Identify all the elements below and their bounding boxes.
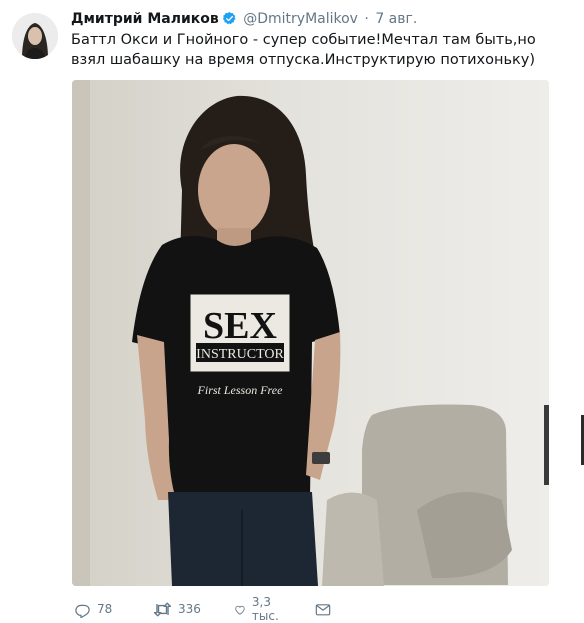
author-name[interactable]: Дмитрий Маликов bbox=[71, 11, 219, 27]
message-action[interactable] bbox=[315, 599, 331, 619]
avatar[interactable] bbox=[12, 13, 58, 59]
scrollbar-track[interactable] bbox=[579, 0, 584, 623]
avatar-image bbox=[12, 13, 58, 59]
message-icon bbox=[315, 603, 331, 615]
retweet-count: 336 bbox=[178, 602, 201, 616]
retweet-action[interactable]: 336 bbox=[153, 599, 201, 619]
reply-icon bbox=[75, 604, 90, 618]
shirt-banner: INSTRUCTOR bbox=[196, 347, 284, 362]
reply-action[interactable]: 78 bbox=[74, 599, 112, 619]
tweet-text: Баттл Окси и Гнойного - супер событие!Ме… bbox=[71, 32, 536, 68]
meta-separator: · bbox=[364, 11, 369, 27]
like-icon bbox=[235, 605, 245, 615]
shirt-title: SEX bbox=[203, 305, 277, 347]
reply-count: 78 bbox=[97, 602, 113, 616]
tweet-header: Дмитрий Маликов @DmitryMalikov · 7 авг. bbox=[71, 10, 417, 31]
author-handle[interactable]: @DmitryMalikov bbox=[243, 11, 358, 27]
like-count: 3,3 тыс. bbox=[251, 595, 279, 623]
tweet-photo[interactable]: SEX INSTRUCTOR First Lesson Free bbox=[72, 80, 549, 586]
verified-badge-icon bbox=[222, 11, 237, 31]
photo-illustration: SEX INSTRUCTOR First Lesson Free bbox=[72, 80, 549, 586]
tweet: Дмитрий Маликов @DmitryMalikov · 7 авг. … bbox=[0, 0, 584, 623]
shirt-tagline: First Lesson Free bbox=[197, 383, 284, 397]
retweet-icon bbox=[153, 601, 172, 617]
tweet-date[interactable]: 7 авг. bbox=[375, 11, 417, 27]
like-action[interactable]: 3,3 тыс. bbox=[234, 595, 285, 623]
